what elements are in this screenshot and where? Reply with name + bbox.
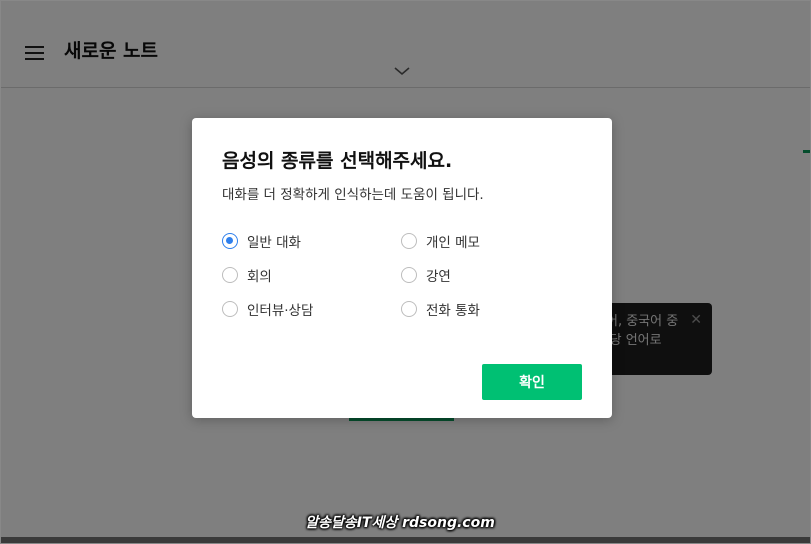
option-personal-memo[interactable]: 개인 메모 — [401, 230, 480, 252]
option-general-conversation[interactable]: 일반 대화 — [222, 230, 301, 252]
radio-icon[interactable] — [401, 301, 417, 317]
option-phone-call[interactable]: 전화 통화 — [401, 298, 480, 320]
option-label: 개인 메모 — [426, 235, 480, 251]
radio-icon[interactable] — [401, 233, 417, 249]
option-label: 인터뷰·상담 — [247, 303, 314, 319]
watermark-text: 알송달송IT세상 rdsong.com — [305, 515, 495, 531]
radio-icon[interactable] — [222, 267, 238, 283]
radio-icon[interactable] — [222, 301, 238, 317]
dialog-title: 음성의 종류를 선택해주세요. — [222, 150, 453, 172]
option-interview[interactable]: 인터뷰·상담 — [222, 298, 313, 320]
option-label: 전화 통화 — [426, 303, 480, 319]
radio-icon[interactable] — [401, 267, 417, 283]
voice-type-dialog: 음성의 종류를 선택해주세요. 대화를 더 정확하게 인식하는데 도움이 됩니다… — [192, 118, 612, 418]
option-lecture[interactable]: 강연 — [401, 264, 451, 286]
dialog-subtitle: 대화를 더 정확하게 인식하는데 도움이 됩니다. — [222, 187, 484, 203]
confirm-button[interactable]: 확인 — [482, 364, 582, 400]
option-label: 일반 대화 — [247, 235, 301, 251]
option-label: 회의 — [247, 269, 272, 285]
option-label: 강연 — [426, 269, 451, 285]
option-meeting[interactable]: 회의 — [222, 264, 272, 286]
radio-selected-icon[interactable] — [222, 233, 238, 249]
bottom-taskbar — [0, 537, 811, 544]
